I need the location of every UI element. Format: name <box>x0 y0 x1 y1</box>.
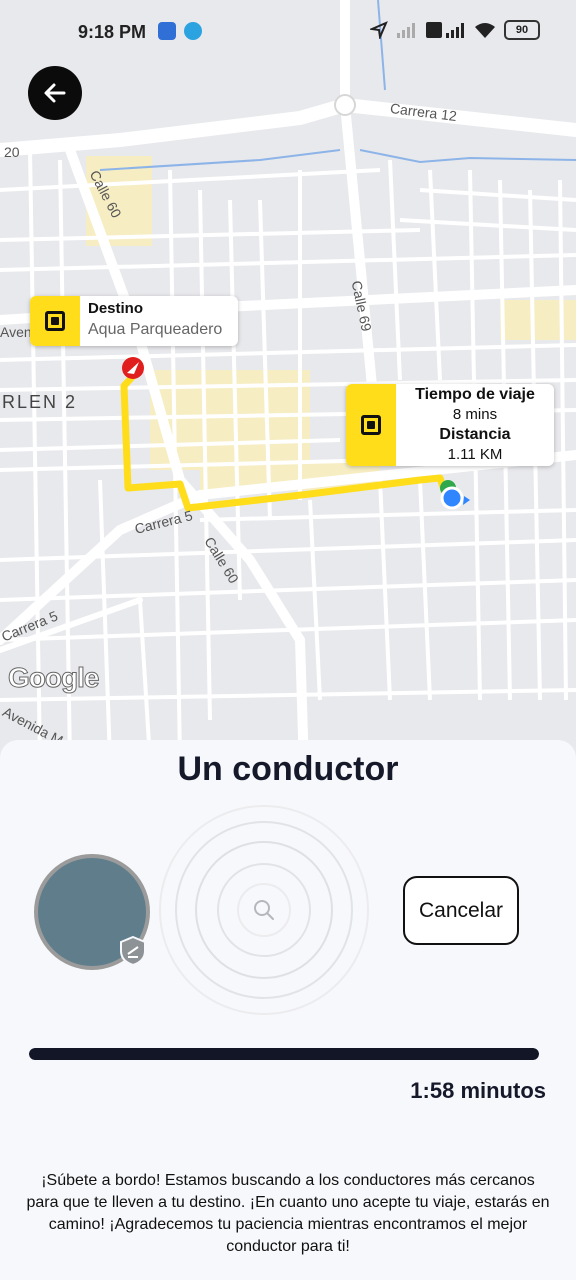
alarm-icon <box>158 22 176 40</box>
telegram-icon <box>184 22 202 40</box>
trip-info-card[interactable]: Tiempo de viaje 8 mins Distancia 1.11 KM <box>346 384 554 466</box>
destination-square-icon-box <box>30 296 80 346</box>
signal-icon <box>397 23 415 38</box>
destination-name: Aqua Parqueadero <box>88 321 223 338</box>
distance-label: Distancia <box>439 426 511 443</box>
back-button[interactable] <box>28 66 82 120</box>
google-logo: Google <box>7 662 99 694</box>
status-bar: 9:18 PM 90 <box>0 0 576 64</box>
wifi-icon <box>475 23 495 38</box>
cancel-button[interactable]: Cancelar <box>403 876 519 945</box>
search-progress-bar <box>29 1048 539 1060</box>
neighborhood-label: RLEN 2 <box>2 392 78 412</box>
countdown-timer: 1:58 minutos <box>410 1078 546 1103</box>
battery-icon: 90 <box>504 20 540 40</box>
destination-title: Destino <box>88 300 144 317</box>
sheet-title: Un conductor <box>177 750 399 788</box>
search-radar <box>159 805 369 1015</box>
volte-icon <box>426 22 464 38</box>
map-view[interactable]: Carrera 12 20 Calle 60 Calle 69 Avenida … <box>0 0 576 800</box>
stop-square-icon <box>45 311 65 331</box>
shield-badge-icon <box>120 936 146 966</box>
trip-square-icon-box <box>346 384 396 466</box>
search-progress-fill <box>29 1048 539 1060</box>
distance-value: 1.11 KM <box>447 446 503 463</box>
search-info-text: ¡Súbete a bordo! Estamos buscando a los … <box>26 1172 550 1255</box>
searching-driver-sheet: Un conductor Cancelar 1:58 minutos ¡Súbe… <box>0 740 576 1280</box>
search-icon <box>254 900 274 920</box>
stop-square-icon <box>361 415 381 435</box>
arrow-left-icon <box>44 83 66 103</box>
travel-time-label: Tiempo de viaje <box>415 386 535 403</box>
destination-card[interactable]: Destino Aqua Parqueadero <box>30 296 238 346</box>
destination-pin-icon <box>122 357 144 379</box>
travel-time-value: 8 mins <box>452 406 498 423</box>
street-label: 20 <box>4 144 20 160</box>
status-time: 9:18 PM <box>78 22 147 42</box>
location-arrow-icon <box>370 21 388 39</box>
